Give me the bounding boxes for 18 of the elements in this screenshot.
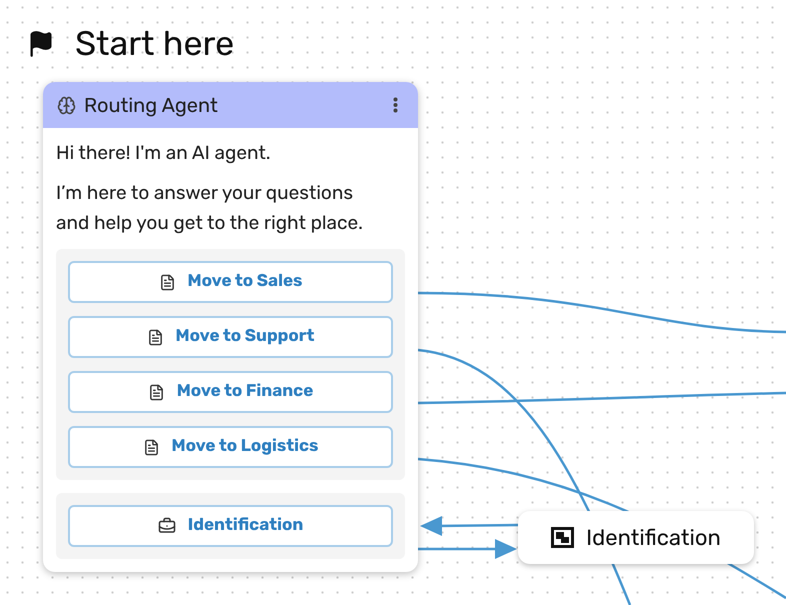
tool-node[interactable]: Identification — [518, 511, 754, 564]
intro-text: I’m here to answer your questions and help you get to the right place. — [56, 180, 364, 236]
node-label: Identification — [586, 523, 721, 553]
action-button[interactable]: Move to Sales — [68, 261, 393, 303]
action-button[interactable]: Move to Support — [68, 316, 393, 358]
greeting-text: Hi there! I'm an AI agent. — [56, 140, 272, 166]
brain-icon — [57, 96, 76, 114]
action-button[interactable]: Move to Finance — [68, 371, 393, 413]
window-icon — [551, 527, 574, 548]
document-icon — [158, 274, 176, 290]
canvas-title: Start here — [75, 22, 234, 66]
document-icon — [142, 438, 160, 456]
action-button[interactable]: Move to Logistics — [68, 426, 393, 468]
more-icon — [393, 97, 398, 113]
tool-button[interactable]: Identification — [68, 505, 393, 547]
document-icon — [146, 328, 164, 346]
card-title: Routing Agent — [84, 92, 219, 119]
document-icon — [148, 384, 165, 400]
